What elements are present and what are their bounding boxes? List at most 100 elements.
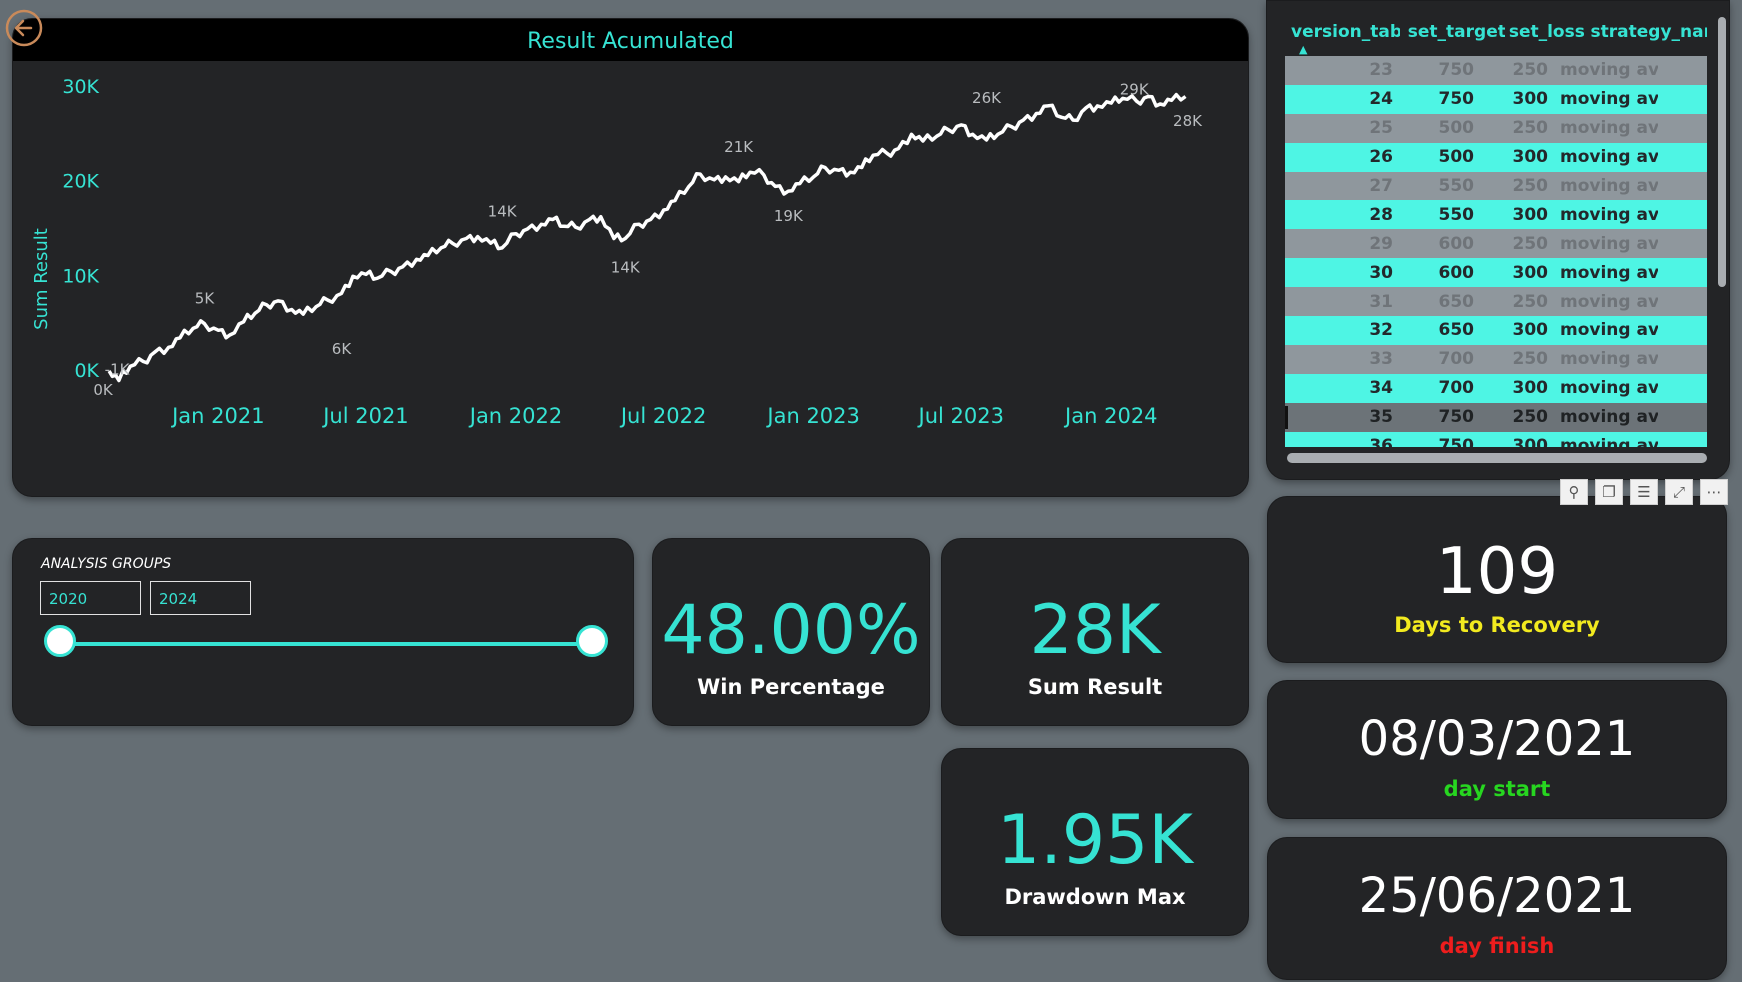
cell-set-loss: 250 — [1512, 176, 1549, 196]
table-row[interactable]: 31 650 250 moving ave — [1285, 287, 1707, 317]
table-row[interactable]: 35 750 250 moving ave — [1285, 402, 1707, 432]
cell-set-loss: 300 — [1512, 204, 1549, 225]
analysis-groups-slicer: ANALYSIS GROUPS 2020 2024 — [12, 538, 634, 726]
sum-result-value: 28K — [1029, 591, 1161, 670]
cell-strategy-name: moving ave — [1560, 378, 1658, 399]
win-percentage-label: Win Percentage — [697, 675, 885, 699]
filter-icon[interactable]: ☰ — [1630, 479, 1658, 505]
x-tick-label: Jan 2022 — [468, 404, 563, 428]
cell-version-table: 28 — [1369, 204, 1393, 225]
copy-icon[interactable]: ❐ — [1595, 479, 1623, 505]
data-label: 29K — [1120, 80, 1150, 98]
col-header-strategy-name[interactable]: strategy_nar — [1585, 19, 1707, 55]
data-label: -1K — [105, 360, 131, 378]
table-row[interactable]: 27 550 250 moving ave — [1285, 171, 1707, 201]
table-row[interactable]: 26 500 300 moving ave — [1285, 142, 1707, 172]
result-accumulated-chart[interactable]: Result Acumulated Sum Result 30K 20K 10K 0K… — [12, 18, 1249, 497]
cell-set-loss: 300 — [1512, 378, 1549, 399]
table-header: version_table set_target set_loss strate… — [1285, 19, 1707, 56]
y-tick-label: 10K — [62, 265, 99, 287]
visual-header-toolbar: ⚲ ❐ ☰ ⤢ ⋯ — [1560, 479, 1728, 505]
cell-set-loss: 300 — [1512, 320, 1549, 341]
cell-version-table: 35 — [1369, 407, 1393, 428]
x-tick-label: Jan 2023 — [765, 404, 860, 428]
table-viewport[interactable]: version_table set_target set_loss strate… — [1285, 19, 1707, 447]
horizontal-scrollbar[interactable] — [1287, 453, 1707, 463]
more-options-icon[interactable]: ⋯ — [1700, 479, 1728, 505]
focus-mode-icon[interactable]: ⤢ — [1665, 479, 1693, 505]
day-start-card: 08/03/2021 day start — [1267, 680, 1727, 819]
table-row[interactable]: 23 750 250 moving ave — [1285, 56, 1707, 85]
data-label: 26K — [972, 89, 1002, 107]
slicer-from-input[interactable]: 2020 — [40, 581, 141, 615]
back-button[interactable] — [4, 8, 44, 48]
back-arrow-icon — [5, 9, 43, 47]
cell-set-loss: 300 — [1512, 147, 1549, 168]
cell-set-loss: 250 — [1512, 349, 1549, 370]
cell-strategy-name: moving ave — [1560, 320, 1658, 341]
win-percentage-value: 48.00% — [661, 591, 921, 670]
data-label: 19K — [774, 207, 804, 225]
table-row[interactable]: 28 550 300 moving ave — [1285, 200, 1707, 230]
cell-strategy-name: moving ave — [1560, 262, 1658, 283]
series-line — [107, 92, 1187, 383]
pin-icon[interactable]: ⚲ — [1560, 479, 1588, 505]
cell-set-target: 650 — [1438, 320, 1475, 341]
cell-version-table: 33 — [1369, 349, 1393, 370]
cell-version-table: 30 — [1369, 262, 1393, 283]
cell-version-table: 24 — [1369, 89, 1393, 110]
day-finish-value: 25/06/2021 — [1358, 868, 1636, 924]
drawdown-max-card: 1.95K Drawdown Max — [941, 748, 1249, 936]
y-axis-label: Sum Result — [31, 228, 52, 330]
cell-set-loss: 250 — [1512, 233, 1549, 254]
cell-set-loss: 250 — [1512, 291, 1549, 312]
slider-track[interactable] — [60, 642, 607, 646]
cell-set-target: 550 — [1438, 176, 1475, 196]
cell-set-target: 600 — [1438, 233, 1475, 254]
cell-version-table: 36 — [1369, 436, 1393, 447]
table-row[interactable]: 34 700 300 moving ave — [1285, 373, 1707, 403]
cell-set-target: 750 — [1438, 407, 1475, 428]
slider-handle-end[interactable] — [576, 625, 608, 657]
y-tick-label: 30K — [62, 76, 99, 98]
table-row[interactable]: 29 600 250 moving ave — [1285, 229, 1707, 259]
sort-ascending-icon[interactable]: ▲ — [1299, 43, 1307, 56]
col-header-set-loss[interactable]: set_loss — [1505, 19, 1585, 55]
line-chart-svg: Sum Result 30K 20K 10K 0K Jan 2021 Jul 2021 J… — [31, 76, 1203, 428]
data-label: 0K — [93, 381, 114, 399]
table-row[interactable]: 30 600 300 moving ave — [1285, 258, 1707, 288]
cell-set-target: 750 — [1438, 89, 1475, 110]
cell-set-target: 500 — [1438, 147, 1475, 168]
y-tick-label: 0K — [74, 360, 99, 382]
data-label: 28K — [1173, 112, 1203, 130]
data-label: 14K — [611, 258, 641, 276]
col-header-set-target[interactable]: set_target — [1400, 19, 1505, 55]
day-finish-label: day finish — [1439, 934, 1555, 958]
table-row[interactable]: 36 750 300 moving ave — [1285, 431, 1707, 447]
vertical-scrollbar[interactable] — [1718, 17, 1726, 287]
day-finish-card: 25/06/2021 day finish — [1267, 837, 1727, 980]
table-row[interactable]: 24 750 300 moving ave — [1285, 84, 1707, 114]
slicer-to-input[interactable]: 2024 — [150, 581, 251, 615]
day-start-value: 08/03/2021 — [1358, 711, 1636, 767]
cell-set-loss: 300 — [1512, 262, 1549, 283]
table-row[interactable]: 25 500 250 moving ave — [1285, 113, 1707, 143]
data-label: 21K — [724, 138, 754, 156]
cell-set-target: 550 — [1438, 204, 1475, 225]
cell-set-loss: 250 — [1512, 60, 1549, 81]
cell-version-table: 27 — [1369, 176, 1393, 196]
cell-version-table: 26 — [1369, 147, 1393, 168]
day-start-label: day start — [1443, 777, 1551, 801]
x-tick-label: Jan 2024 — [1063, 404, 1158, 428]
table-row[interactable]: 33 700 250 moving ave — [1285, 344, 1707, 374]
cell-version-table: 32 — [1369, 320, 1393, 341]
days-to-recovery-label: Days to Recovery — [1394, 613, 1600, 637]
cell-set-loss: 250 — [1512, 407, 1549, 428]
strategy-table[interactable]: version_table set_target set_loss strate… — [1266, 0, 1730, 480]
cell-set-loss: 300 — [1512, 436, 1549, 447]
days-to-recovery-card: 109 Days to Recovery — [1267, 496, 1727, 663]
slider-handle-start[interactable] — [44, 625, 76, 657]
cell-strategy-name: moving ave — [1560, 291, 1658, 312]
cell-strategy-name: moving ave — [1560, 204, 1658, 225]
table-row[interactable]: 32 650 300 moving ave — [1285, 316, 1707, 345]
